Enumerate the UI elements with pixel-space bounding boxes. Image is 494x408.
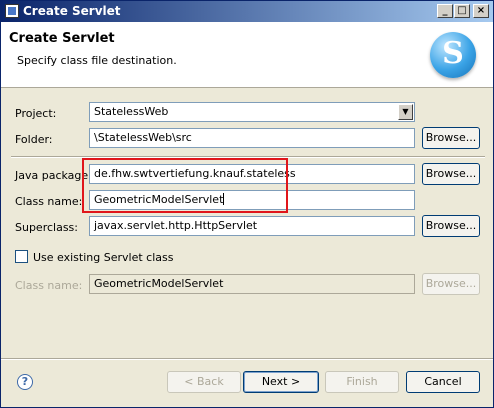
- superclass-label: Superclass:: [15, 221, 78, 234]
- folder-browse-button[interactable]: Browse...: [422, 127, 480, 149]
- banner-description: Specify class file destination.: [17, 54, 177, 67]
- project-value: StatelessWeb: [94, 105, 169, 118]
- header-banner: Create Servlet Specify class file destin…: [1, 22, 493, 88]
- help-icon[interactable]: ?: [17, 374, 33, 390]
- project-combo[interactable]: StatelessWeb ▼: [89, 102, 415, 122]
- finish-button: Finish: [325, 371, 399, 393]
- use-existing-label[interactable]: Use existing Servlet class: [33, 251, 173, 264]
- next-button[interactable]: Next >: [243, 371, 319, 393]
- superclass-browse-button[interactable]: Browse...: [422, 215, 480, 237]
- window-icon: [5, 4, 19, 18]
- banner-title: Create Servlet: [9, 31, 115, 46]
- use-existing-checkbox[interactable]: [15, 250, 28, 263]
- class-name-field[interactable]: GeometricModelServlet: [89, 190, 415, 210]
- maximize-button[interactable]: □: [454, 4, 470, 18]
- project-label: Project:: [15, 107, 57, 120]
- servlet-logo-icon: S: [430, 32, 476, 78]
- back-button: < Back: [167, 371, 241, 393]
- close-button[interactable]: ×: [473, 4, 489, 18]
- minimize-button[interactable]: _: [437, 4, 453, 18]
- window-title: Create Servlet: [23, 4, 121, 18]
- java-package-field[interactable]: de.fhw.swtvertiefung.knauf.stateless: [89, 164, 415, 184]
- java-package-label: Java package:: [15, 169, 92, 182]
- class-name-label: Class name:: [15, 195, 83, 208]
- title-bar: Create Servlet _ □ ×: [1, 1, 493, 22]
- existing-class-name-field: GeometricModelServlet: [89, 274, 415, 294]
- package-browse-button[interactable]: Browse...: [422, 163, 480, 185]
- separator: [11, 156, 485, 158]
- existing-browse-button: Browse...: [422, 273, 480, 295]
- cancel-button[interactable]: Cancel: [406, 371, 480, 393]
- footer-separator: [1, 358, 493, 360]
- superclass-field[interactable]: javax.servlet.http.HttpServlet: [89, 216, 415, 236]
- folder-field[interactable]: \StatelessWeb\src: [89, 128, 415, 148]
- class-name-value: GeometricModelServlet: [94, 193, 224, 206]
- text-cursor: [223, 193, 225, 205]
- existing-class-name-label: Class name:: [15, 279, 83, 292]
- chevron-down-icon[interactable]: ▼: [398, 104, 413, 120]
- create-servlet-dialog: Create Servlet _ □ × Create Servlet Spec…: [0, 0, 494, 408]
- folder-label: Folder:: [15, 133, 53, 146]
